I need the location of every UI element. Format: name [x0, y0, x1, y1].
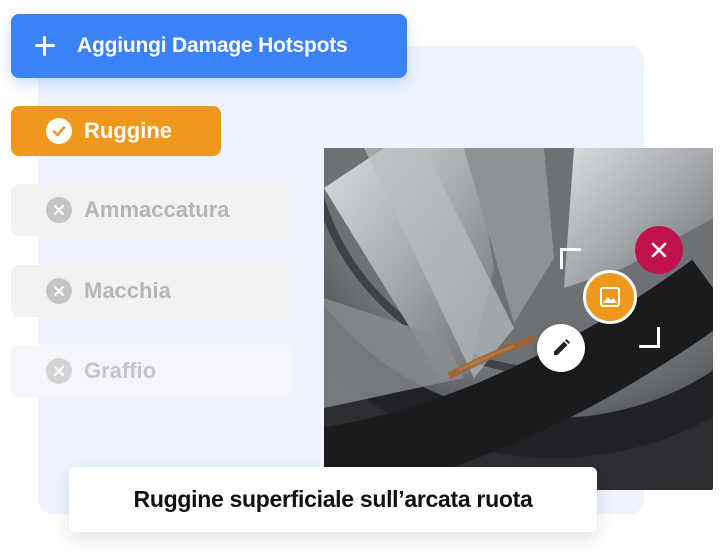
- tag-label: Macchia: [84, 278, 171, 303]
- tag-ammaccatura[interactable]: Ammaccatura: [11, 184, 292, 236]
- edit-hotspot-button[interactable]: [537, 324, 585, 372]
- pencil-icon: [554, 339, 570, 355]
- x-circle-icon: [46, 358, 72, 384]
- tag-ruggine[interactable]: Ruggine: [11, 106, 221, 156]
- frame-corner: [560, 248, 581, 269]
- tag-label: Ruggine: [84, 118, 172, 143]
- tag-macchia[interactable]: Macchia: [11, 265, 292, 317]
- caption-text: Ruggine superficiale sull’arcata ruota: [133, 486, 533, 512]
- add-button-label: Aggiungi Damage Hotspots: [77, 34, 348, 57]
- check-circle-icon: [46, 118, 72, 144]
- image-icon: [600, 287, 620, 307]
- close-icon: [651, 242, 667, 258]
- x-circle-icon: [46, 278, 72, 304]
- tag-graffio[interactable]: Graffio: [11, 345, 292, 397]
- plus-icon: [33, 34, 57, 58]
- x-circle-icon: [46, 197, 72, 223]
- add-damage-hotspots-button[interactable]: Aggiungi Damage Hotspots: [11, 14, 407, 78]
- frame-corner: [639, 327, 660, 348]
- damage-caption: Ruggine superficiale sull’arcata ruota: [69, 467, 597, 532]
- tag-label: Ammaccatura: [84, 197, 230, 222]
- image-hotspot-button[interactable]: [583, 270, 637, 324]
- tag-label: Graffio: [84, 358, 157, 383]
- remove-hotspot-button[interactable]: [635, 226, 683, 274]
